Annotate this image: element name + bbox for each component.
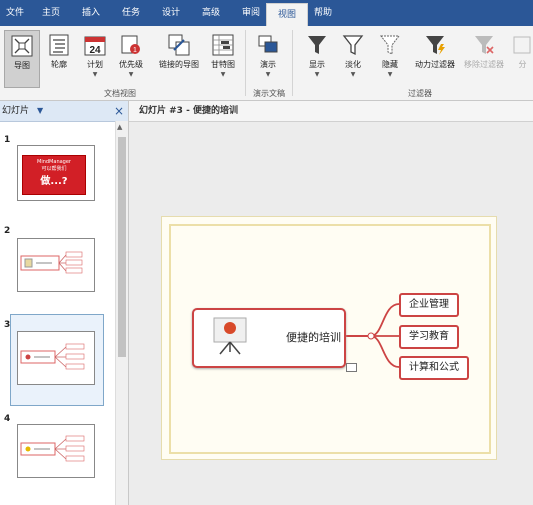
split-button[interactable]: 分 bbox=[512, 30, 533, 86]
slide-4-map-preview bbox=[20, 435, 85, 462]
tab-home[interactable]: 主页 bbox=[36, 0, 66, 26]
chevron-down-icon: ▼ bbox=[92, 71, 98, 78]
gantt-icon bbox=[212, 34, 234, 56]
slide-2-map-preview bbox=[20, 251, 83, 274]
slide-number: 4 bbox=[4, 414, 11, 424]
tab-view[interactable]: 视图 bbox=[266, 3, 308, 27]
priority-button[interactable]: 1 优先级 ▼ bbox=[114, 30, 148, 86]
slide-thumbnail-3-selected[interactable] bbox=[10, 314, 104, 406]
filter-hide-icon bbox=[379, 35, 401, 55]
slide-number: 1 bbox=[4, 135, 11, 145]
schedule-button[interactable]: 24 计划 ▼ bbox=[78, 30, 112, 86]
group-separator bbox=[245, 30, 246, 96]
slide-thumbnail-4[interactable] bbox=[17, 424, 95, 478]
group-separator bbox=[292, 30, 293, 96]
chevron-down-icon[interactable]: ▼ bbox=[37, 101, 43, 121]
tab-file[interactable]: 文件 bbox=[0, 0, 30, 26]
slide-editor-header: 幻灯片 #3 - 便捷的培训 bbox=[129, 101, 533, 122]
subtopic-learning-education[interactable]: 学习教育 bbox=[399, 325, 459, 349]
filter-hide-label: 隐藏 bbox=[382, 60, 398, 69]
slide-3-map-preview bbox=[20, 343, 85, 370]
power-filter-button[interactable]: 动力过滤器 bbox=[412, 30, 458, 86]
remove-filter-icon bbox=[475, 36, 494, 54]
priority-icon: 1 bbox=[121, 35, 140, 54]
scroll-up-icon[interactable]: ▲ bbox=[117, 123, 122, 131]
slide-title: 幻灯片 #3 - 便捷的培训 bbox=[139, 106, 238, 116]
slides-panel-title: 幻灯片 bbox=[2, 106, 30, 116]
central-topic-text: 便捷的培训 bbox=[286, 331, 341, 344]
chevron-down-icon: ▼ bbox=[387, 71, 393, 78]
filter-show-icon bbox=[308, 36, 326, 54]
tab-help[interactable]: 帮助 bbox=[308, 0, 338, 26]
filter-show-button[interactable]: 显示 ▼ bbox=[300, 30, 334, 86]
present-label: 演示 bbox=[260, 60, 276, 69]
scrollbar-thumb[interactable] bbox=[118, 137, 126, 357]
map-view-button[interactable]: 导图 bbox=[4, 30, 40, 88]
slide-1-title-card: MindManager 可以帮我们 做...? bbox=[22, 155, 86, 195]
tab-insert[interactable]: 插入 bbox=[76, 0, 106, 26]
split-icon bbox=[513, 36, 531, 54]
tab-task[interactable]: 任务 bbox=[116, 0, 146, 26]
outline-button[interactable]: 轮廓 bbox=[42, 30, 76, 86]
slides-panel-scrollbar[interactable]: ▲ bbox=[115, 121, 128, 505]
power-filter-label: 动力过滤器 bbox=[415, 60, 455, 69]
slide-inner-frame: 便捷的培训 企业管理 学习教育 计算和公式 bbox=[169, 224, 491, 454]
outline-icon bbox=[49, 34, 69, 56]
slide-number: 2 bbox=[4, 226, 11, 236]
filter-show-label: 显示 bbox=[309, 60, 325, 69]
tab-review[interactable]: 审阅 bbox=[236, 0, 266, 26]
group-label-document-views: 文档视图 bbox=[104, 89, 136, 98]
chevron-down-icon: ▼ bbox=[265, 71, 271, 78]
outline-label: 轮廓 bbox=[51, 60, 67, 69]
chevron-down-icon: ▼ bbox=[128, 71, 134, 78]
chevron-down-icon: ▼ bbox=[350, 71, 356, 78]
central-topic[interactable]: 便捷的培训 bbox=[192, 308, 346, 368]
power-filter-icon bbox=[426, 36, 445, 55]
close-icon[interactable]: × bbox=[114, 101, 124, 121]
slide-1-subtitle: 可以帮我们 bbox=[41, 166, 67, 172]
svg-text:1: 1 bbox=[133, 47, 137, 54]
slides-panel-header: 幻灯片 ▼ × bbox=[0, 101, 128, 122]
gantt-button[interactable]: 甘特图 ▼ bbox=[206, 30, 240, 86]
split-label: 分 bbox=[518, 60, 527, 69]
present-button[interactable]: 演示 ▼ bbox=[251, 30, 285, 86]
map-view-icon bbox=[11, 35, 33, 57]
tab-advanced[interactable]: 高级 bbox=[196, 0, 226, 26]
remove-filter-label: 移除过滤器 bbox=[464, 60, 504, 69]
slides-panel: 幻灯片 ▼ × 1 MindManager 可以帮我们 做...? 2 3 4 … bbox=[0, 101, 129, 505]
calendar-icon: 24 bbox=[84, 36, 106, 56]
slide-editor: 幻灯片 #3 - 便捷的培训 便捷的培训 企业管理 学习教育 计算和公式 bbox=[129, 101, 533, 505]
subtopic-calculation-formulas[interactable]: 计算和公式 bbox=[399, 356, 469, 380]
slide-canvas[interactable]: 便捷的培训 企业管理 学习教育 计算和公式 bbox=[161, 216, 497, 460]
filter-hide-button[interactable]: 隐藏 ▼ bbox=[373, 30, 407, 86]
ribbon-view: 导图 轮廓 24 计划 ▼ 1 优先级 ▼ 链接的导图 甘特图 ▼ 文档视图 演… bbox=[0, 26, 533, 101]
gantt-label: 甘特图 bbox=[211, 60, 235, 69]
tab-design[interactable]: 设计 bbox=[156, 0, 186, 26]
ribbon-tab-bar: 文件 主页 插入 任务 设计 高级 审阅 视图 帮助 bbox=[0, 0, 533, 27]
group-label-filters: 过滤器 bbox=[408, 89, 432, 98]
slide-thumbnail-1[interactable]: MindManager 可以帮我们 做...? bbox=[17, 145, 95, 201]
slide-1-question: 做...? bbox=[40, 176, 68, 187]
linked-maps-button[interactable]: 链接的导图 bbox=[156, 30, 202, 86]
linked-maps-icon bbox=[168, 34, 190, 56]
filter-fade-label: 淡化 bbox=[345, 60, 361, 69]
chevron-down-icon: ▼ bbox=[314, 71, 320, 78]
remove-filter-button[interactable]: 移除过滤器 bbox=[462, 30, 506, 86]
schedule-label: 计划 bbox=[87, 60, 103, 69]
calendar-day-text: 24 bbox=[89, 45, 101, 56]
filter-fade-icon bbox=[342, 35, 364, 56]
group-label-presentation: 演示文稿 bbox=[253, 89, 285, 98]
priority-label: 优先级 bbox=[119, 60, 143, 69]
notes-icon[interactable] bbox=[346, 363, 357, 372]
slide-thumbnail-2[interactable] bbox=[17, 238, 95, 292]
filter-fade-button[interactable]: 淡化 ▼ bbox=[336, 30, 370, 86]
linked-maps-label: 链接的导图 bbox=[159, 60, 199, 69]
chevron-down-icon: ▼ bbox=[220, 71, 226, 78]
subtopic-enterprise-management[interactable]: 企业管理 bbox=[399, 293, 459, 317]
slide-thumbnail-3 bbox=[17, 331, 95, 385]
presentation-board-icon bbox=[213, 317, 247, 355]
map-view-label: 导图 bbox=[14, 61, 30, 70]
present-icon bbox=[258, 35, 278, 53]
